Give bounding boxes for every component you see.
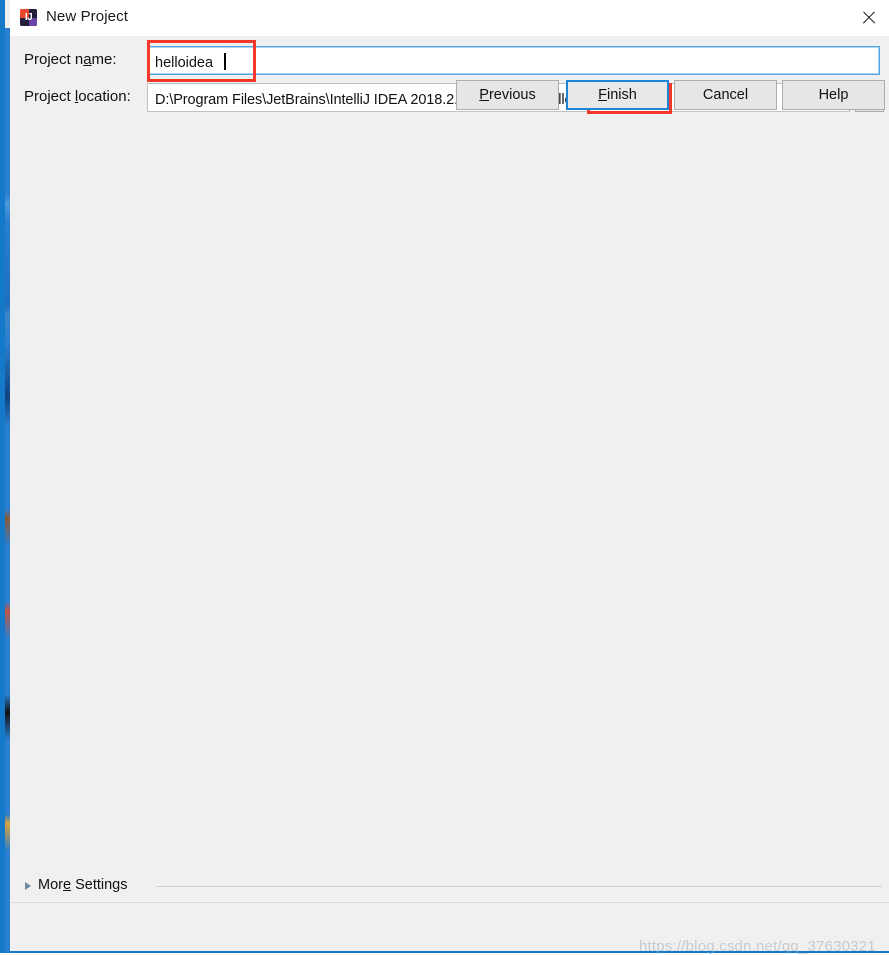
project-name-value: helloidea bbox=[155, 55, 214, 71]
text-caret bbox=[224, 53, 226, 70]
project-name-label: Project name: bbox=[24, 51, 117, 68]
finish-button[interactable]: Finish bbox=[566, 80, 669, 110]
more-settings-label: More Settings bbox=[38, 877, 128, 893]
chevron-right-icon bbox=[25, 882, 31, 890]
help-button[interactable]: Help bbox=[782, 80, 885, 110]
separator-line bbox=[156, 886, 882, 887]
new-project-dialog-window: IJ New Project Project name: helloidea 自… bbox=[0, 0, 889, 955]
cancel-button[interactable]: Cancel bbox=[674, 80, 777, 110]
more-settings-expander[interactable]: More Settings bbox=[20, 877, 882, 897]
dialog-content: Project name: helloidea 自己取一个项目名称 Projec… bbox=[10, 36, 889, 951]
window-title: New Project bbox=[46, 8, 128, 25]
project-location-label: Project location: bbox=[24, 88, 131, 105]
app-icon-label: IJ bbox=[24, 12, 33, 23]
dialog-button-bar bbox=[10, 902, 889, 951]
close-icon[interactable] bbox=[846, 0, 889, 35]
intellij-idea-icon: IJ bbox=[20, 9, 37, 26]
project-name-input[interactable]: helloidea bbox=[147, 46, 880, 75]
previous-button[interactable]: Previous bbox=[456, 80, 559, 110]
title-bar: IJ New Project bbox=[10, 0, 889, 37]
